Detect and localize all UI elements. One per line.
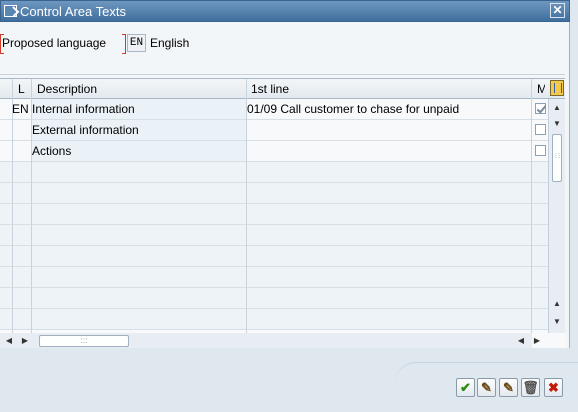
description-cell[interactable]: Actions [32,144,71,158]
table-row[interactable] [0,267,548,288]
edit-icon[interactable]: ✎ [499,378,518,397]
table-row[interactable]: EN Internal information 01/09 Call custome… [0,99,548,120]
column-divider [12,79,13,348]
table-header: L Description 1st line M [0,79,565,99]
more-checkbox[interactable] [535,124,546,135]
column-divider [31,79,32,348]
table-row[interactable] [0,204,548,225]
window-icon [4,5,17,17]
column-divider [246,79,247,348]
language-label: Proposed language [2,36,107,50]
language-name: English [150,36,190,50]
scroll-down-icon[interactable]: ▼ [549,315,565,329]
required-marker-right [122,34,126,54]
edit-icon[interactable]: ✎ [477,378,496,397]
header-description[interactable]: Description [37,82,97,96]
scroll-thumb[interactable] [552,134,562,182]
texts-table: L Description 1st line M ENInternal info… [0,78,565,348]
scroll-up-icon[interactable]: ▲ [549,101,565,115]
window-title: Control Area Texts [20,4,126,19]
scroll-page-down-icon[interactable]: ▼ [549,117,565,131]
close-icon[interactable]: ✕ [550,3,565,18]
column-divider [531,79,532,348]
confirm-icon[interactable]: ✔ [456,378,475,397]
scroll-right-icon[interactable]: ▶ [18,333,32,348]
table-row[interactable] [0,309,548,330]
language-code-field[interactable]: EN [127,34,146,52]
header-first-line[interactable]: 1st line [251,82,289,96]
table-row[interactable] [0,162,548,183]
dialog-body: Proposed language EN English L Descripti… [0,22,570,348]
table-row[interactable]: Actions [0,141,548,162]
vertical-scrollbar[interactable]: ▲ ▼ ▲ ▼ [548,99,565,333]
first-line-cell[interactable]: 01/09 Call customer to chase for unpaid [247,102,459,116]
scroll-left-icon[interactable]: ◀ [514,333,528,348]
language-row: Proposed language EN English [0,32,560,54]
scroll-left-icon[interactable]: ◀ [2,333,16,348]
table-row[interactable] [0,183,548,204]
cancel-icon[interactable]: ✖ [544,378,563,397]
horizontal-scrollbar[interactable]: ::: [32,333,532,348]
description-cell[interactable]: External information [32,123,139,137]
table-row[interactable] [0,288,548,309]
scroll-right-icon[interactable]: ▶ [530,333,544,348]
scroll-page-up-icon[interactable]: ▲ [549,297,565,311]
hscroll-thumb[interactable]: ::: [39,335,129,347]
table-row[interactable] [0,225,548,246]
more-checkbox[interactable] [535,103,546,114]
language-cell[interactable]: EN [12,102,29,116]
header-language[interactable]: L [18,82,25,96]
more-checkbox[interactable] [535,145,546,156]
column-settings-icon[interactable] [550,80,564,96]
description-cell[interactable]: Internal information [32,102,135,116]
title-bar: Control Area Texts ✕ [0,0,570,22]
table-row[interactable]: External information [0,120,548,141]
divider [0,74,565,75]
delete-icon[interactable]: 🗑 [521,378,540,397]
table-row[interactable] [0,246,548,267]
button-bar: ✔ ✎ ✎ 🗑 ✖ [0,348,578,412]
header-more[interactable]: M [537,82,545,96]
